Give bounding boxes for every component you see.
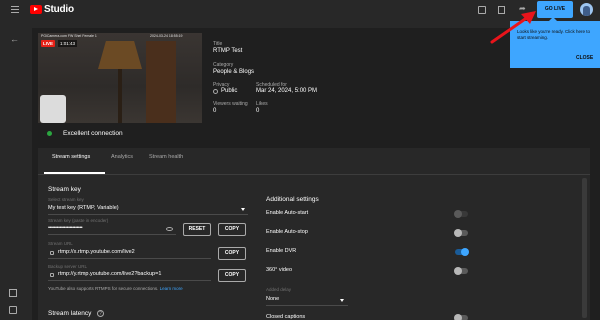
- toggle-knob: [461, 247, 469, 256]
- globe-icon: [213, 89, 218, 94]
- chevron-down-icon[interactable]: [340, 299, 344, 302]
- live-duration: 1:01:43: [58, 40, 78, 47]
- external-link-icon[interactable]: [9, 289, 17, 297]
- stream-latency-title: Stream latency: [48, 310, 92, 317]
- auto-stop-toggle[interactable]: [454, 228, 468, 237]
- connection-status-dot: [47, 131, 52, 136]
- stream-key-field[interactable]: ••••••••••••••••••••••••: [48, 225, 83, 231]
- camera-overlay-text: PGiCamera.com FW Shel Female 1: [41, 34, 97, 38]
- copy-url-button[interactable]: COPY: [218, 247, 246, 260]
- main-panel: PGiCamera.com FW Shel Female 1 2024-03-2…: [32, 28, 600, 320]
- backup-url-field[interactable]: rtmp://y.rtmp.youtube.com/live2?backup=1: [58, 271, 161, 277]
- delay-underline: [266, 305, 348, 306]
- stream-key-title: Stream key: [48, 186, 81, 193]
- title-value: RTMP Test: [213, 48, 243, 54]
- auto-stop-label: Enable Auto-stop: [266, 229, 308, 235]
- app-title: Studio: [44, 4, 74, 15]
- chevron-down-icon[interactable]: [241, 208, 245, 211]
- copy-key-button[interactable]: COPY: [218, 223, 246, 236]
- tab-stream-settings[interactable]: Stream settings: [52, 154, 90, 160]
- added-delay-select[interactable]: None: [266, 296, 279, 302]
- learn-more-link[interactable]: Learn more: [160, 286, 183, 291]
- dvr-label: Enable DVR: [266, 248, 297, 254]
- video-360-toggle[interactable]: [454, 266, 468, 275]
- share-icon[interactable]: ➦: [519, 4, 527, 13]
- tab-divider: [38, 174, 590, 175]
- left-rail: ←: [0, 22, 24, 320]
- lock-icon: [50, 251, 54, 255]
- feedback-icon[interactable]: [9, 306, 17, 314]
- ready-tooltip: Looks like you're ready. Click here to s…: [510, 21, 600, 68]
- connection-status-text: Excellent connection: [63, 130, 123, 137]
- close-tooltip-button[interactable]: CLOSE: [576, 55, 593, 61]
- tab-stream-health[interactable]: Stream health: [149, 154, 183, 160]
- bookmark-icon[interactable]: [498, 6, 505, 14]
- settings-scrollbar[interactable]: [582, 178, 587, 318]
- rtmps-help-text: YouTube also supports RTMPS for secure c…: [48, 286, 183, 291]
- menu-icon[interactable]: [11, 6, 19, 13]
- additional-settings-title: Additional settings: [266, 196, 319, 203]
- eye-icon[interactable]: [166, 227, 173, 231]
- reset-button[interactable]: RESET: [183, 223, 211, 236]
- privacy-value: Public: [221, 88, 238, 94]
- stream-url-label: Stream URL: [48, 241, 73, 246]
- likes-label: Likes: [256, 101, 268, 107]
- title-label: Title: [213, 41, 223, 47]
- live-badge: LIVE: [41, 40, 56, 47]
- category-value: People & Blogs: [213, 69, 255, 75]
- video-preview[interactable]: PGiCamera.com FW Shel Female 1 2024-03-2…: [38, 33, 202, 123]
- preview-door: [146, 41, 176, 123]
- toggle-knob: [454, 266, 462, 275]
- viewers-label: Viewers waiting: [213, 101, 248, 107]
- auto-start-label: Enable Auto-start: [266, 210, 309, 216]
- backup-underline: [48, 280, 211, 281]
- stream-key-label: Stream key (paste in encoder): [48, 218, 109, 223]
- likes-value: 0: [256, 108, 260, 114]
- avatar[interactable]: [580, 3, 593, 16]
- toggle-knob: [454, 209, 462, 218]
- dvr-toggle[interactable]: [455, 247, 469, 256]
- toggle-knob: [454, 313, 462, 320]
- lock-icon: [50, 273, 54, 277]
- top-app-bar: Studio ➦ GO LIVE: [0, 0, 600, 22]
- go-live-button[interactable]: GO LIVE: [537, 1, 573, 18]
- auto-start-toggle[interactable]: [454, 209, 468, 218]
- help-icon[interactable]: ?: [97, 310, 104, 317]
- tab-analytics[interactable]: Analytics: [111, 154, 133, 160]
- select-underline: [48, 214, 248, 215]
- back-arrow-icon[interactable]: ←: [10, 34, 19, 44]
- youtube-logo-icon[interactable]: [30, 5, 42, 14]
- scheduled-value: Mar 24, 2024, 5:00 PM: [256, 88, 318, 94]
- closed-captions-toggle[interactable]: [454, 313, 468, 320]
- stream-key-select[interactable]: My test key (RTMP, Variable): [48, 205, 119, 211]
- camera-overlay-date: 2024-03-24 18:55:19: [150, 34, 183, 38]
- rtmps-help-body: YouTube also supports RTMPS for secure c…: [48, 286, 159, 291]
- key-underline: [48, 234, 176, 235]
- url-underline: [48, 258, 211, 259]
- preview-lamp-base: [118, 69, 122, 123]
- ready-tooltip-text: Looks like you're ready. Click here to s…: [517, 29, 591, 40]
- settings-card: Stream settings Analytics Stream health …: [38, 148, 590, 320]
- stream-url-field[interactable]: rtmp://x.rtmp.youtube.com/live2: [58, 249, 135, 255]
- added-delay-label: Added delay: [266, 287, 292, 292]
- video-icon[interactable]: [478, 6, 486, 14]
- viewers-value: 0: [213, 108, 217, 114]
- toggle-knob: [454, 228, 462, 237]
- preview-camera: [40, 95, 66, 123]
- copy-backup-button[interactable]: COPY: [218, 269, 246, 282]
- category-label: Category: [213, 62, 234, 68]
- closed-captions-label: Closed captions: [266, 314, 306, 320]
- backup-url-label: Backup server URL: [48, 264, 88, 269]
- video-360-label: 360° video: [266, 267, 293, 273]
- select-key-label: Select stream key: [48, 197, 84, 202]
